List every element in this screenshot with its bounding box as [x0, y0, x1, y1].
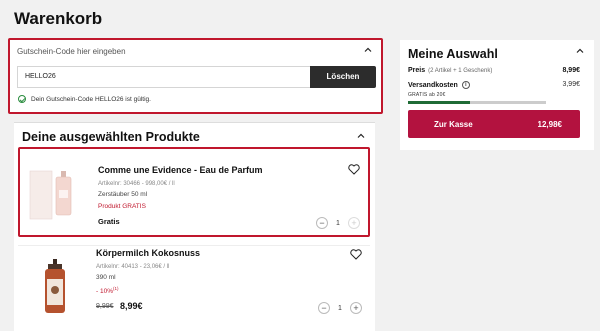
- product-price: Gratis: [98, 217, 120, 226]
- product-size: Zerstäuber 50 ml: [98, 191, 148, 198]
- heart-icon[interactable]: [350, 249, 362, 260]
- info-icon[interactable]: i: [461, 81, 470, 89]
- quantity-stepper: − 1 +: [318, 301, 362, 315]
- decrease-quantity-button[interactable]: −: [316, 217, 328, 229]
- free-shipping-note: GRATIS ab 20€: [408, 92, 446, 98]
- coupon-code-input[interactable]: HELLO26: [17, 66, 311, 88]
- product-size: 390 ml: [96, 274, 116, 281]
- discount-label: - 10%(1): [96, 286, 119, 296]
- product-price: 8,99€: [120, 301, 143, 311]
- shipping-label: Versandkosten: [408, 81, 458, 89]
- product-name[interactable]: Körpermilch Kokosnuss: [96, 248, 200, 258]
- products-title: Deine ausgewählten Produkte: [22, 130, 200, 144]
- chevron-up-icon[interactable]: [575, 46, 585, 56]
- product-image[interactable]: [28, 157, 88, 227]
- progress-fill: [408, 101, 471, 104]
- order-summary-panel: Meine Auswahl Preis (2 Artikel + 1 Gesche…: [400, 40, 594, 150]
- quantity-value: 1: [336, 219, 340, 227]
- summary-title: Meine Auswahl: [408, 47, 498, 61]
- heart-icon[interactable]: [348, 164, 360, 175]
- promo-label: Produkt GRATIS: [98, 203, 146, 210]
- article-number: Artikelnr: 40413 - 23,06€ / ll: [96, 264, 170, 270]
- coupon-header[interactable]: Gutschein-Code hier eingeben: [17, 47, 126, 56]
- price-value: 8,99€: [562, 67, 580, 74]
- cart-item: Comme une Evidence - Eau de Parfum Artik…: [18, 147, 370, 237]
- price-row: Preis (2 Artikel + 1 Geschenk) 8,99€: [408, 67, 580, 74]
- coupon-valid-text: Dein Gutschein-Code HELLO26 ist gültig.: [31, 95, 151, 103]
- product-name[interactable]: Comme une Evidence - Eau de Parfum: [98, 165, 263, 175]
- price-label: Preis: [408, 67, 426, 74]
- increase-quantity-button[interactable]: +: [348, 217, 360, 229]
- check-circle-icon: [18, 95, 26, 103]
- chevron-up-icon[interactable]: [356, 131, 366, 141]
- decrease-quantity-button[interactable]: −: [318, 302, 330, 314]
- checkout-label: Zur Kasse: [434, 119, 473, 129]
- quantity-stepper: − 1 +: [316, 216, 360, 230]
- article-number: Artikelnr: 30466 - 998,00€ / ll: [98, 181, 175, 187]
- checkout-button[interactable]: Zur Kasse 12,98€: [408, 110, 580, 138]
- delete-coupon-button[interactable]: Löschen: [310, 66, 376, 88]
- checkout-total: 12,98€: [537, 119, 562, 129]
- price-sub-label: (2 Artikel + 1 Geschenk): [428, 68, 493, 74]
- products-panel: Deine ausgewählten Produkte Comme une Ev…: [14, 122, 375, 331]
- shipping-value: 3,99€: [562, 81, 580, 88]
- product-image[interactable]: [26, 252, 86, 322]
- quantity-value: 1: [338, 304, 342, 312]
- old-price: 9,99€: [96, 303, 114, 310]
- coupon-panel: Gutschein-Code hier eingeben HELLO26 Lös…: [8, 38, 383, 114]
- chevron-up-icon[interactable]: [363, 45, 373, 55]
- coupon-valid-message: Dein Gutschein-Code HELLO26 ist gültig.: [18, 95, 151, 103]
- shipping-row: Versandkosten i 3,99€: [408, 81, 580, 89]
- cart-item: Körpermilch Kokosnuss Artikelnr: 40413 -…: [18, 245, 370, 331]
- free-shipping-progress: [408, 101, 546, 104]
- page-title: Warenkorb: [14, 9, 103, 28]
- increase-quantity-button[interactable]: +: [350, 302, 362, 314]
